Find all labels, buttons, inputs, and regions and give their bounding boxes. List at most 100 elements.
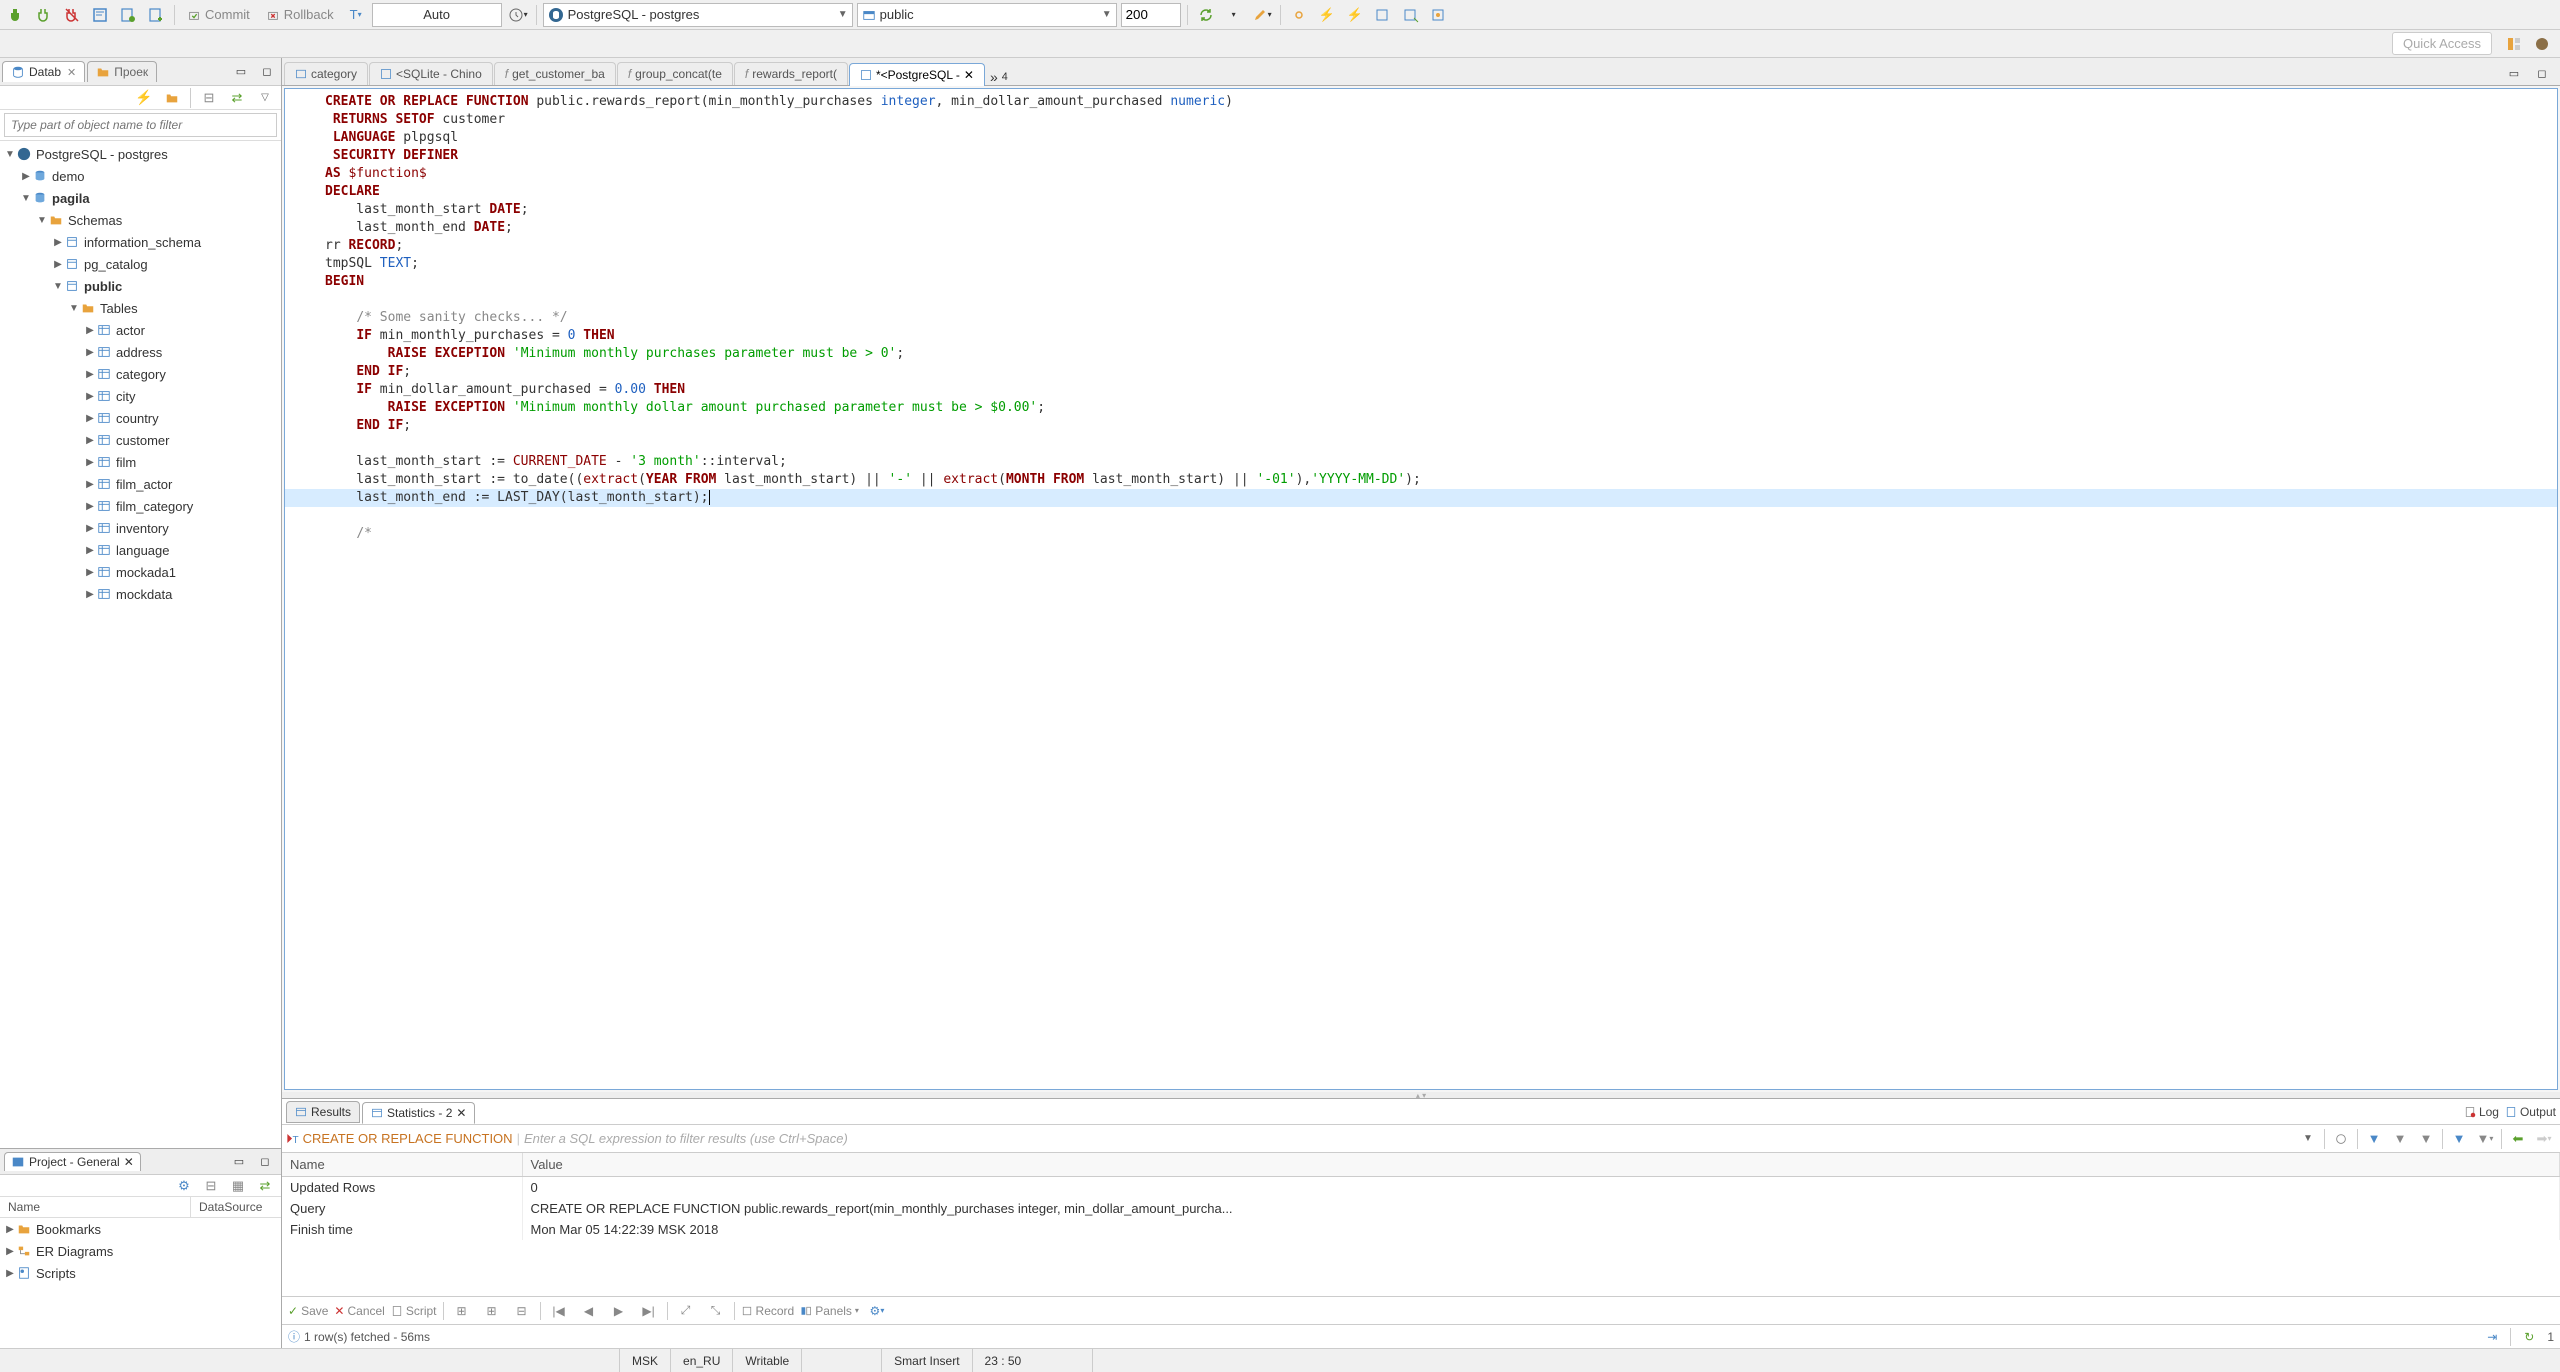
editor-tab[interactable]: <SQLite - Chino <box>369 62 493 85</box>
tree-table[interactable]: ▶film_actor <box>0 473 281 495</box>
database-combo[interactable]: PostgreSQL - postgres▼ <box>543 3 853 27</box>
dbeaver-icon[interactable] <box>2530 32 2554 56</box>
tree-table[interactable]: ▶film_category <box>0 495 281 517</box>
filter-icon[interactable]: ▼ <box>2388 1127 2412 1151</box>
column-value[interactable]: Value <box>522 1153 2560 1177</box>
minimize-icon[interactable]: ▭ <box>229 60 253 84</box>
new-tab-icon[interactable] <box>1371 3 1395 27</box>
table-row[interactable]: Finish timeMon Mar 05 14:22:39 MSK 2018 <box>282 1219 2560 1240</box>
cancel-button[interactable]: ✕Cancel <box>334 1304 384 1318</box>
connect-icon[interactable] <box>32 3 56 27</box>
next-icon[interactable]: ▶ <box>607 1299 631 1323</box>
editor-tab[interactable]: category <box>284 62 368 85</box>
filter-icon[interactable]: ▼ <box>2414 1127 2438 1151</box>
filter-hint[interactable]: Enter a SQL expression to filter results… <box>524 1131 848 1146</box>
sql-editor-recent-icon[interactable] <box>116 3 140 27</box>
column-name[interactable]: Name <box>282 1153 522 1177</box>
export-icon[interactable] <box>1427 3 1451 27</box>
columns-icon[interactable]: ▦ <box>226 1174 250 1198</box>
script-button[interactable]: Script <box>391 1304 437 1318</box>
first-icon[interactable]: |◀ <box>547 1299 571 1323</box>
log-button[interactable]: Log <box>2464 1105 2499 1119</box>
connect-icon[interactable]: ⚡ <box>132 86 156 110</box>
new-connection-icon[interactable] <box>4 3 28 27</box>
editor-tab[interactable]: fget_customer_ba <box>494 62 616 85</box>
refresh-icon[interactable] <box>1194 3 1218 27</box>
close-icon[interactable]: ✕ <box>124 1155 134 1169</box>
tree-table[interactable]: ▶address <box>0 341 281 363</box>
filter-icon[interactable]: ▼ <box>2447 1127 2471 1151</box>
link-icon[interactable] <box>1287 3 1311 27</box>
view-menu-icon[interactable]: ▽ <box>253 86 277 110</box>
nav-filter-input[interactable] <box>4 113 277 137</box>
output-button[interactable]: Output <box>2505 1105 2556 1119</box>
forward-icon[interactable]: ➡▾ <box>2532 1127 2556 1151</box>
save-button[interactable]: ✓Save <box>288 1304 328 1318</box>
filter-icon[interactable]: ▼ <box>2362 1127 2386 1151</box>
tree-table[interactable]: ▶inventory <box>0 517 281 539</box>
tree-bookmarks[interactable]: ▶Bookmarks <box>0 1218 281 1240</box>
close-icon[interactable]: ✕ <box>456 1106 466 1120</box>
tree-table[interactable]: ▶language <box>0 539 281 561</box>
disconnect-icon[interactable] <box>60 3 84 27</box>
editor-tab-active[interactable]: *<PostgreSQL -✕ <box>849 63 985 86</box>
sql-code[interactable]: CREATE OR REPLACE FUNCTION public.reward… <box>285 89 2557 547</box>
tree-database-active[interactable]: ▼pagila <box>0 187 281 209</box>
tree-schema[interactable]: ▶information_schema <box>0 231 281 253</box>
table-row[interactable]: Updated Rows0 <box>282 1177 2560 1199</box>
schema-combo[interactable]: public▼ <box>857 3 1117 27</box>
stop-icon[interactable]: ▾ <box>1222 3 1246 27</box>
tree-scripts[interactable]: ▶Scripts <box>0 1262 281 1284</box>
filter-settings-icon[interactable]: ▼▾ <box>2473 1127 2497 1151</box>
maximize-icon[interactable]: ◻ <box>255 60 279 84</box>
sql-editor-icon[interactable] <box>88 3 112 27</box>
expand-icon[interactable]: ⤢ <box>674 1299 698 1323</box>
maximize-icon[interactable]: ◻ <box>253 1150 277 1174</box>
tree-database[interactable]: ▶demo <box>0 165 281 187</box>
maximize-icon[interactable]: ◻ <box>2530 61 2554 85</box>
results-table[interactable]: Name Value Updated Rows0 QueryCREATE OR … <box>282 1153 2560 1296</box>
tree-table[interactable]: ▶film <box>0 451 281 473</box>
prev-icon[interactable]: ◀ <box>577 1299 601 1323</box>
link-icon[interactable]: ⇄ <box>253 1174 277 1198</box>
tree-schema[interactable]: ▶pg_catalog <box>0 253 281 275</box>
minimize-icon[interactable]: ▭ <box>227 1150 251 1174</box>
tree-schema-active[interactable]: ▼public <box>0 275 281 297</box>
tree-tables-folder[interactable]: ▼Tables <box>0 297 281 319</box>
editor-tab[interactable]: fgroup_concat(te <box>617 62 733 85</box>
record-button[interactable]: Record <box>741 1304 795 1318</box>
tree-connection[interactable]: ▼PostgreSQL - postgres <box>0 143 281 165</box>
explain-icon[interactable] <box>1399 3 1423 27</box>
minimize-icon[interactable]: ▭ <box>2502 61 2526 85</box>
perspective-icon[interactable] <box>2502 32 2526 56</box>
settings-icon[interactable]: ⚙ <box>172 1174 196 1198</box>
tree-table[interactable]: ▶mockdata <box>0 583 281 605</box>
quick-access-input[interactable]: Quick Access <box>2392 32 2492 55</box>
tree-table[interactable]: ▶country <box>0 407 281 429</box>
tree-table[interactable]: ▶actor <box>0 319 281 341</box>
new-sql-icon[interactable] <box>144 3 168 27</box>
tab-projects[interactable]: Проек <box>87 61 157 82</box>
tree-table[interactable]: ▶customer <box>0 429 281 451</box>
rollback-button[interactable]: Rollback <box>260 3 340 27</box>
back-icon[interactable]: ⬅ <box>2506 1127 2530 1151</box>
result-limit-input[interactable] <box>1121 3 1181 27</box>
execute-icon[interactable]: ⚡ <box>1315 3 1339 27</box>
tab-database-navigator[interactable]: Datab✕ <box>2 61 85 82</box>
tree-table[interactable]: ▶city <box>0 385 281 407</box>
tree-table[interactable]: ▶category <box>0 363 281 385</box>
database-tree[interactable]: ▼PostgreSQL - postgres ▶demo ▼pagila ▼Sc… <box>0 141 281 1148</box>
tree-schemas[interactable]: ▼Schemas <box>0 209 281 231</box>
commit-mode-combo[interactable]: Auto <box>372 3 502 27</box>
duplicate-row-icon[interactable]: ⊞ <box>480 1299 504 1323</box>
tab-results[interactable]: Results <box>286 1101 360 1123</box>
execute-script-icon[interactable]: ⚡ <box>1343 3 1367 27</box>
export-icon[interactable]: ⇥ <box>2480 1325 2504 1349</box>
tree-table[interactable]: ▶mockada1 <box>0 561 281 583</box>
delete-row-icon[interactable]: ⊟ <box>510 1299 534 1323</box>
overflow-icon[interactable]: » <box>990 69 998 85</box>
edit-icon[interactable]: ▾ <box>1250 3 1274 27</box>
settings-icon[interactable]: ⚙▾ <box>865 1299 889 1323</box>
close-icon[interactable]: ✕ <box>67 66 76 79</box>
table-row[interactable]: QueryCREATE OR REPLACE FUNCTION public.r… <box>282 1198 2560 1219</box>
